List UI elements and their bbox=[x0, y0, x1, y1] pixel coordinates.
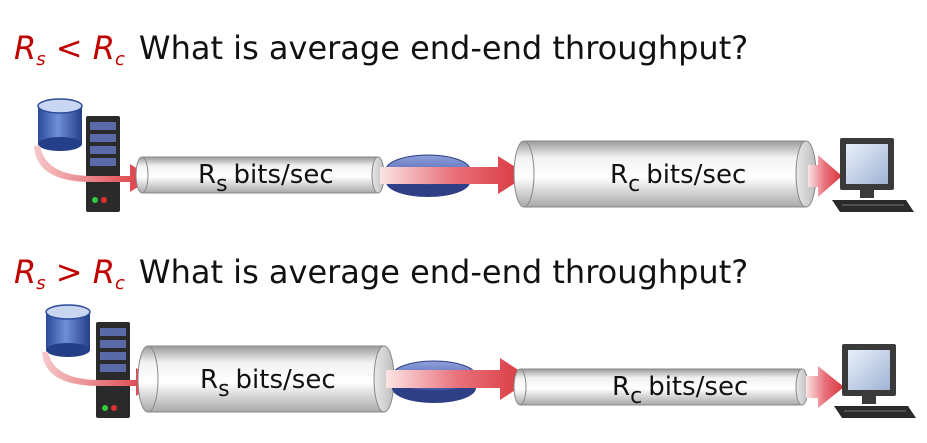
flow-arrow-end bbox=[806, 366, 844, 408]
database-icon bbox=[45, 304, 91, 357]
database-icon bbox=[37, 98, 83, 151]
scenario-rs-less-than-rc: Rs < Rc What is average end-end throughpu… bbox=[0, 0, 927, 220]
network-diagram: Rs bits/sec Rc bits/sec bbox=[42, 304, 916, 418]
computer-icon bbox=[832, 138, 914, 212]
server-icon bbox=[96, 322, 130, 418]
computer-icon bbox=[834, 344, 916, 418]
server-icon bbox=[86, 116, 120, 212]
scenario-rs-greater-than-rc: Rs > Rc What is average end-end throughpu… bbox=[0, 220, 927, 443]
network-diagram: Rs bits/sec Rc bits/sec bbox=[34, 98, 914, 212]
